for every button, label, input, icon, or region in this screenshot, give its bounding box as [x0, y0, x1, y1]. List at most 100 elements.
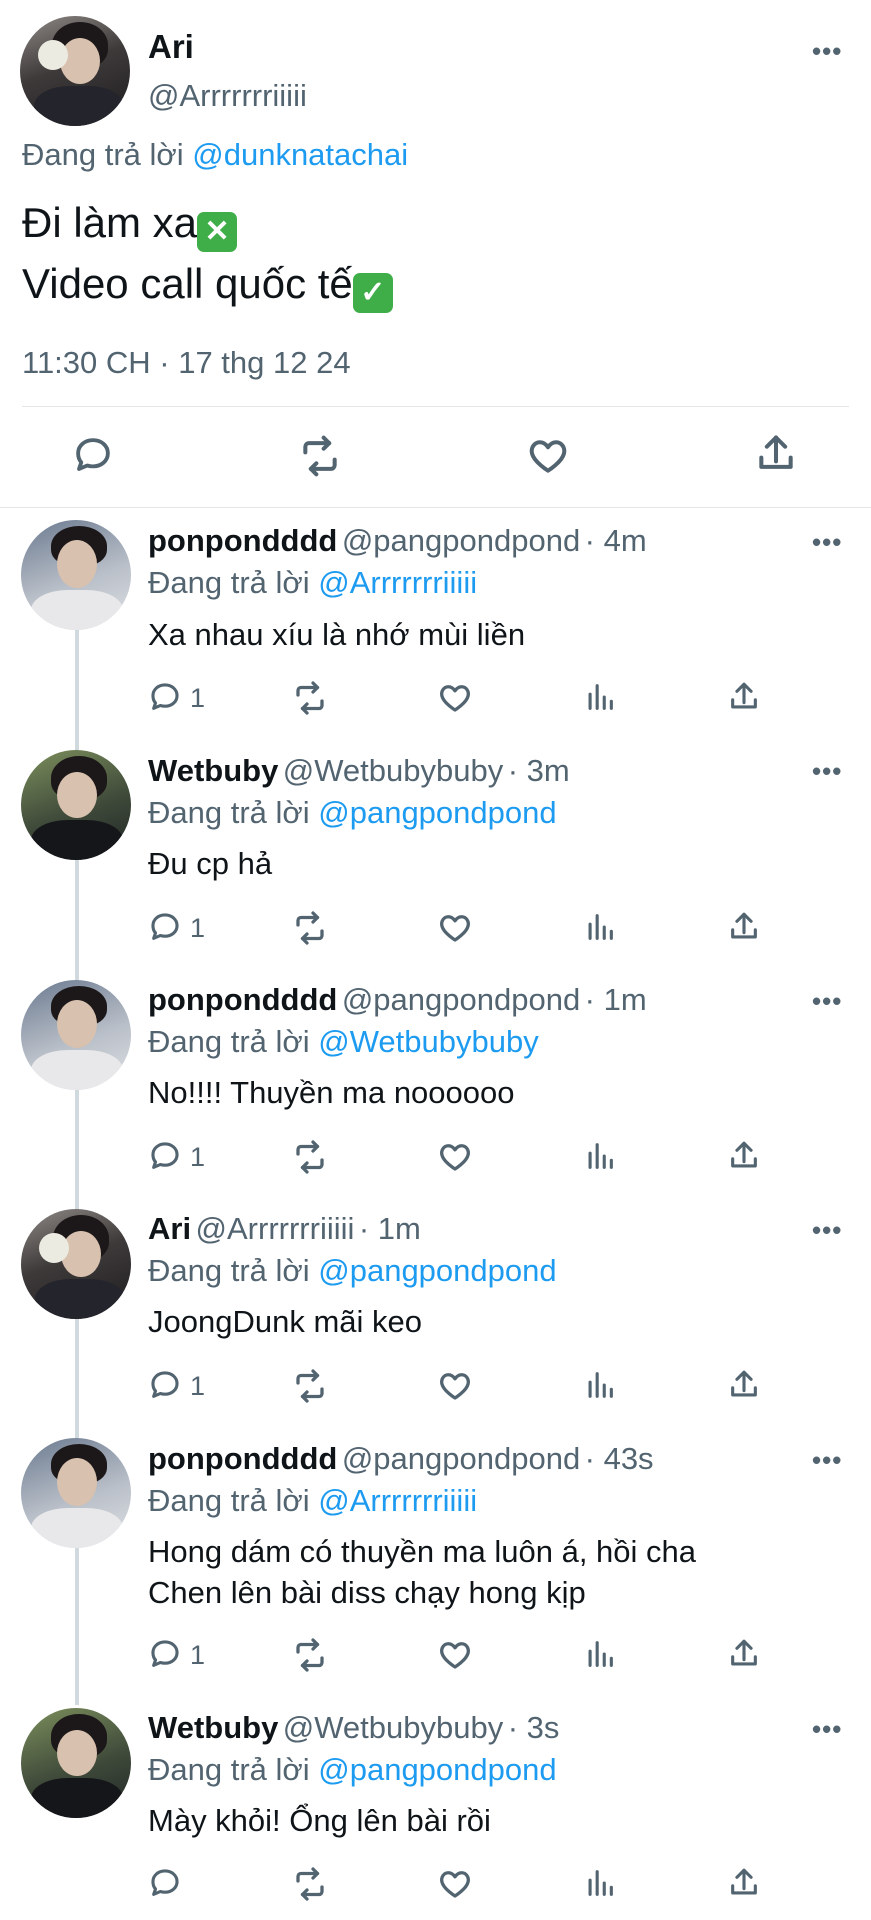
reply-more-button[interactable]: ••• [812, 527, 842, 558]
main-more-button[interactable]: ••• [812, 36, 842, 67]
main-retweet-icon[interactable] [298, 434, 342, 478]
avatar-face [57, 1000, 97, 1048]
share-icon[interactable] [727, 910, 761, 944]
reply-time[interactable]: · 1m [585, 982, 647, 1017]
reply-author-name[interactable]: Wetbuby [148, 1710, 278, 1745]
reply-time[interactable]: · 4m [585, 523, 647, 558]
reply-more-button[interactable]: ••• [812, 986, 842, 1017]
replying-prefix: Đang trả lời [148, 1024, 310, 1059]
reply-icon[interactable] [148, 1866, 182, 1900]
retweet-icon[interactable] [292, 1139, 328, 1175]
reply-time[interactable]: · 43s [585, 1441, 654, 1476]
reply-text: Hong dám có thuyền ma luôn á, hồi cha Ch… [148, 1531, 696, 1613]
share-icon[interactable] [727, 1368, 761, 1402]
main-like-icon[interactable] [526, 434, 570, 478]
retweet-icon[interactable] [292, 680, 328, 716]
reply-author-handle[interactable]: @pangpondpond [342, 1441, 580, 1476]
cross-mark-emoji-icon: ✕ [197, 212, 238, 252]
retweet-icon[interactable] [292, 1637, 328, 1673]
replying-to-link[interactable]: @pangpondpond [318, 795, 556, 830]
retweet-icon[interactable] [292, 1368, 328, 1404]
replying-to-link[interactable]: @pangpondpond [318, 1253, 556, 1288]
share-icon[interactable] [727, 1139, 761, 1173]
reply-icon[interactable] [148, 1637, 182, 1671]
avatar-clothes [31, 820, 123, 860]
main-author-handle[interactable]: @Arrrrrrriiiii [148, 78, 307, 114]
like-icon[interactable] [437, 680, 473, 716]
reply-more-button[interactable]: ••• [812, 1445, 842, 1476]
replying-prefix: Đang trả lời [148, 565, 310, 600]
reply-avatar[interactable] [21, 980, 131, 1090]
avatar-clothes [31, 590, 123, 630]
reply-header: ponpondddd @pangpondpond · 4m [148, 523, 647, 559]
reply-avatar[interactable] [21, 750, 131, 860]
replying-to-link[interactable]: @Wetbubybuby [318, 1024, 538, 1059]
reply-replying-line: Đang trả lời @Wetbubybuby [148, 1024, 539, 1060]
reply-more-button[interactable]: ••• [812, 1714, 842, 1745]
reply-author-handle[interactable]: @Arrrrrrriiiii [196, 1211, 355, 1246]
avatar-clothes [31, 1508, 123, 1548]
reply-header: Ari @Arrrrrrriiiii · 1m [148, 1211, 421, 1247]
views-icon[interactable] [583, 680, 617, 714]
reply-text: Xa nhau xíu là nhớ mùi liền [148, 617, 526, 652]
views-icon[interactable] [583, 1637, 617, 1671]
main-share-icon[interactable] [754, 432, 798, 476]
like-icon[interactable] [437, 910, 473, 946]
check-mark-emoji-icon: ✓ [352, 273, 393, 313]
reply-author-name[interactable]: ponpondddd [148, 523, 337, 558]
reply-icon[interactable] [148, 1139, 182, 1173]
reply-author-handle[interactable]: @pangpondpond [342, 982, 580, 1017]
avatar-clothes [35, 1279, 125, 1319]
replying-to-link[interactable]: @Arrrrrrriiiii [318, 565, 477, 600]
reply-icon[interactable] [148, 910, 182, 944]
reply-author-handle[interactable]: @Wetbubybuby [283, 1710, 503, 1745]
main-author-name[interactable]: Ari [148, 28, 194, 66]
main-timestamp[interactable]: 11:30 CH · 17 thg 12 24 [22, 345, 351, 381]
reply-author-name[interactable]: Ari [148, 1211, 191, 1246]
like-icon[interactable] [437, 1139, 473, 1175]
reply-avatar[interactable] [21, 1708, 131, 1818]
avatar-face [57, 1730, 97, 1776]
like-icon[interactable] [437, 1866, 473, 1902]
reply-more-button[interactable]: ••• [812, 756, 842, 787]
reply-icon[interactable] [148, 680, 182, 714]
retweet-icon[interactable] [292, 910, 328, 946]
reply-time[interactable]: · 3m [508, 753, 570, 788]
reply-count: 1 [190, 683, 206, 713]
replying-to-link[interactable]: @Arrrrrrriiiii [318, 1483, 477, 1518]
reply-count: 1 [190, 1142, 206, 1172]
main-tweet-text: Đi làm xa ✕ Video call quốc tế ✓ [22, 192, 393, 314]
reply-avatar[interactable] [21, 520, 131, 630]
reply-author-handle[interactable]: @pangpondpond [342, 523, 580, 558]
reply-author-name[interactable]: ponpondddd [148, 982, 337, 1017]
reply-time[interactable]: · 3s [508, 1710, 560, 1745]
views-icon[interactable] [583, 1139, 617, 1173]
reply-author-name[interactable]: ponpondddd [148, 1441, 337, 1476]
reply-author-name[interactable]: Wetbuby [148, 753, 278, 788]
avatar-clothes [34, 86, 124, 126]
share-icon[interactable] [727, 1637, 761, 1671]
replying-to-link[interactable]: @pangpondpond [318, 1752, 556, 1787]
share-icon[interactable] [727, 680, 761, 714]
share-icon[interactable] [727, 1866, 761, 1900]
like-icon[interactable] [437, 1368, 473, 1404]
reply-more-button[interactable]: ••• [812, 1215, 842, 1246]
avatar-clothes [31, 1050, 123, 1090]
avatar-flower [39, 1233, 69, 1263]
retweet-icon[interactable] [292, 1866, 328, 1902]
main-author-avatar[interactable] [20, 16, 130, 126]
reply-avatar[interactable] [21, 1209, 131, 1319]
reply-replying-line: Đang trả lời @Arrrrrrriiiii [148, 565, 477, 601]
reply-author-handle[interactable]: @Wetbubybuby [283, 753, 503, 788]
reply-avatar[interactable] [21, 1438, 131, 1548]
views-icon[interactable] [583, 1368, 617, 1402]
main-reply-icon[interactable] [72, 434, 114, 476]
replying-prefix: Đang trả lời [22, 137, 184, 172]
reply-icon[interactable] [148, 1368, 182, 1402]
like-icon[interactable] [437, 1637, 473, 1673]
main-replying-line: Đang trả lời @dunknatachai [22, 137, 408, 173]
views-icon[interactable] [583, 910, 617, 944]
reply-time[interactable]: · 1m [359, 1211, 421, 1246]
replying-to-link[interactable]: @dunknatachai [192, 137, 408, 172]
views-icon[interactable] [583, 1866, 617, 1900]
